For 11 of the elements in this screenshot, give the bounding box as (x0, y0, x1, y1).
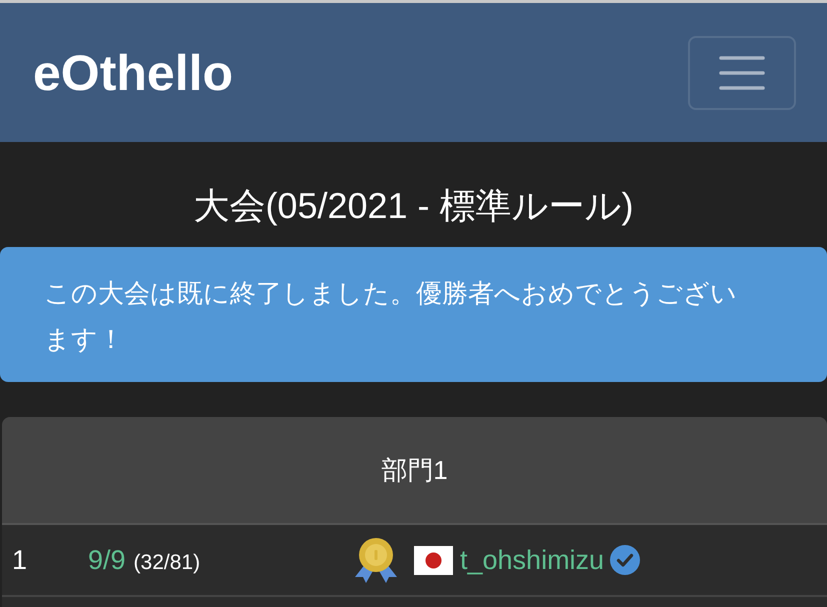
score-detail: (32/81) (134, 550, 200, 574)
menu-toggle-button[interactable] (688, 36, 796, 110)
page-title: 大会(05/2021 - 標準ルール) (192, 184, 635, 228)
player-link[interactable]: t_ohshimizu (460, 540, 604, 580)
brand-logo[interactable]: eOthello (33, 48, 234, 98)
alert-message: この大会は既に終了しました。優勝者へおめでとうございます！ (0, 247, 827, 382)
score-text: 9/9 (88, 544, 126, 575)
menu-icon (719, 56, 765, 90)
division-title: 部門1 (381, 454, 448, 487)
rank-number: 1 (12, 544, 28, 575)
japan-flag-icon (414, 546, 453, 575)
